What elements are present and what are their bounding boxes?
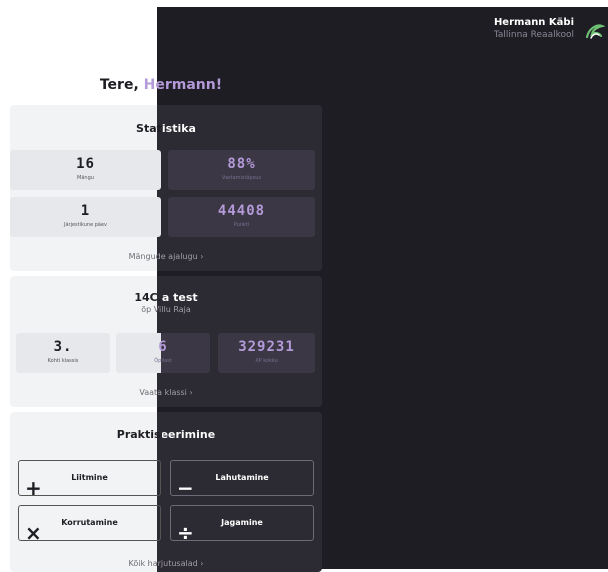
plus-icon: + (25, 476, 42, 500)
multiplication-label: Korrutamine (61, 518, 118, 527)
view-class-link[interactable]: Vaata klassi › (10, 388, 322, 397)
subtraction-label: Lahutamine (215, 473, 269, 482)
stat-accuracy-label: Vastamistäpsus (221, 175, 262, 181)
stat-games: 16 Mängu (10, 150, 161, 190)
stat-games-value: 16 (76, 156, 95, 172)
user-name: Hermann Käbi (493, 17, 574, 28)
stats-title: Statistika (10, 122, 322, 135)
stat-points-label: Punkti (233, 222, 250, 228)
multiplication-button[interactable]: Korrutamine × (18, 505, 161, 545)
all-exercises-link[interactable]: Kõik harjutusalad › (10, 559, 322, 568)
game-history-link[interactable]: Mängude ajalugu › (10, 252, 322, 261)
greeting-prefix: Tere, (99, 77, 144, 93)
class-rank-value: 3. (53, 339, 73, 355)
addition-label: Liitmine (71, 473, 108, 482)
minus-icon: − (177, 476, 194, 500)
class-rank: 3. Kohti klassis (16, 333, 110, 373)
stat-points-value: 44408 (217, 203, 266, 219)
division-label: Jagamine (221, 518, 263, 527)
class-rank-label: Kohti klassis (47, 358, 79, 364)
times-icon: × (25, 521, 42, 545)
avatar[interactable] (583, 20, 605, 42)
subtraction-button[interactable]: Lahutamine − (170, 460, 314, 500)
stat-streak: 1 Järjestikune päev (10, 197, 161, 237)
stat-games-label: Mängu (77, 175, 94, 181)
class-xp-label: XP kokku (255, 358, 278, 364)
stat-accuracy: 88% Vastamistäpsus (168, 150, 315, 190)
page-title: Tere, Hermann! (0, 77, 322, 93)
divide-icon: ÷ (177, 521, 194, 545)
addition-button[interactable]: Liitmine + (18, 460, 161, 500)
stat-points: 44408 Punkti (168, 197, 315, 237)
user-school: Tallinna Reaalkool (493, 30, 574, 40)
class-xp: 329231 XP kokku (218, 333, 315, 373)
user-info[interactable]: Hermann Käbi Tallinna Reaalkool (494, 17, 574, 41)
class-students-value: 6 (158, 339, 168, 355)
class-teacher: õp Villu Raja (10, 305, 322, 314)
class-students-label: Õpilast (154, 358, 172, 364)
stats-card: Statistika 16 Mängu 88% Vastamistäpsus 1… (10, 105, 322, 271)
division-button[interactable]: Jagamine ÷ (170, 505, 314, 545)
class-card: 14C.a test õp Villu Raja 3. Kohti klassi… (10, 276, 322, 407)
class-xp-value: 329231 (238, 339, 295, 355)
practice-card: Praktiseerimine Liitmine + Lahutamine − … (10, 412, 322, 572)
stat-streak-label: Järjestikune päev (63, 222, 108, 228)
class-title: 14C.a test (10, 291, 322, 304)
stat-streak-value: 1 (80, 203, 91, 219)
greeting-name: Hermann! (143, 77, 223, 93)
class-students: 6 Õpilast (116, 333, 210, 373)
stat-accuracy-value: 88% (227, 156, 256, 172)
practice-title: Praktiseerimine (10, 428, 322, 441)
